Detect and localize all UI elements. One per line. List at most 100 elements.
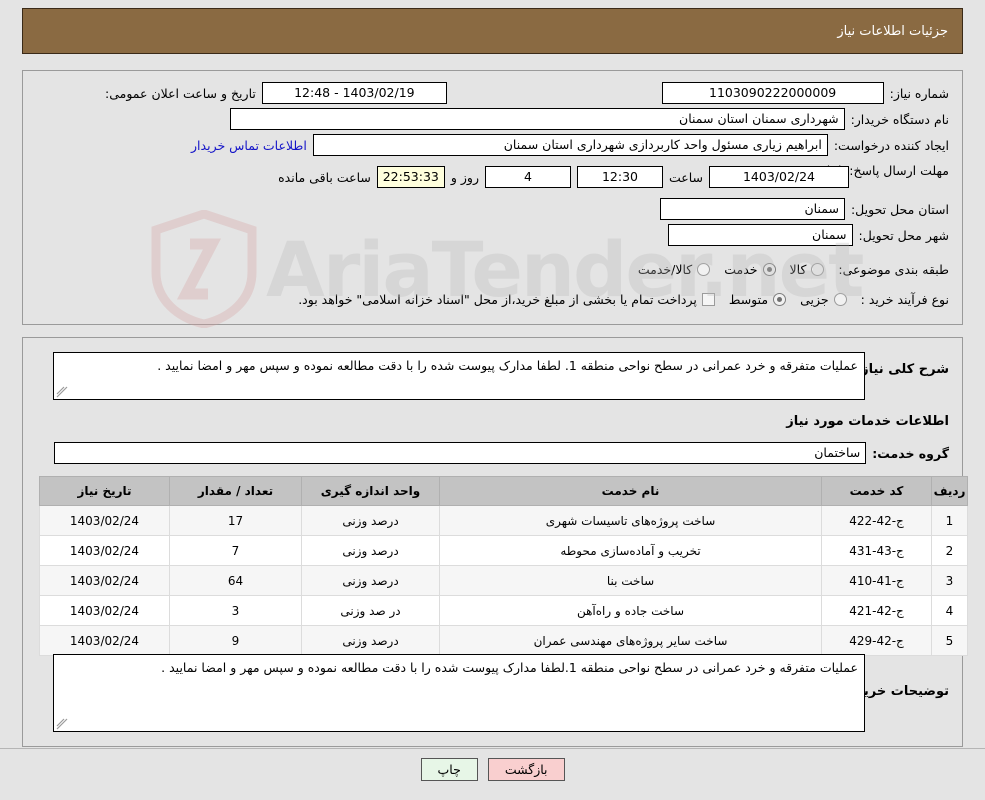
requester-field: ابراهیم زیاری مسئول واحد کاربردازی شهردا… <box>312 134 828 156</box>
cell-date: 1403/02/24 <box>39 565 170 596</box>
category-row: طبقه بندی موضوعی: کالا خدمت کالا/خدمت <box>638 262 949 277</box>
cell-code: ج-43-431 <box>821 535 932 566</box>
cell-unit: درصد وزنی <box>301 565 440 596</box>
cell-row: 5 <box>931 625 968 656</box>
footer-divider <box>0 748 985 749</box>
table-row: 5 ج-42-429 ساخت سایر پروژه‌های مهندسی عمرا… <box>39 625 968 656</box>
requester-label: ایجاد کننده درخواست: <box>833 137 949 153</box>
col-radif: ردیف <box>931 476 968 506</box>
back-button[interactable]: بازگشت <box>487 758 565 781</box>
cell-row: 3 <box>931 565 968 596</box>
cell-unit: درصد وزنی <box>301 535 440 566</box>
deadline-hour-field: 12:30 <box>576 166 663 188</box>
treasury-text: پرداخت تمام یا بخشی از مبلغ خرید،از محل … <box>298 292 697 307</box>
table-row: 3 ج-41-410 ساخت بنا درصد وزنی 64 1403/02/24 <box>39 565 968 596</box>
cell-qty: 3 <box>169 595 302 626</box>
table-row: 4 ج-42-421 ساخت جاده و راه‌آهن در صد وزنی 3 1… <box>39 595 968 626</box>
cell-name: ساخت بنا <box>439 565 822 596</box>
cell-date: 1403/02/24 <box>39 535 170 566</box>
resize-grip-icon[interactable] <box>56 718 68 730</box>
announce-datetime-row: 1403/02/19 - 12:48 تاریخ و ساعت اعلان عم… <box>105 82 447 104</box>
category-label: طبقه بندی موضوعی: <box>838 262 949 277</box>
province-label: استان محل تحویل: <box>850 201 949 217</box>
cell-name: ساخت پروژه‌های تاسیسات شهری <box>439 505 822 536</box>
need-number-row: شماره نیاز: 1103090222000009 <box>661 82 949 104</box>
process-row: نوع فرآیند خرید : جزیی متوسط پرداخت تمام… <box>298 292 949 307</box>
remaining-days-field: 4 <box>484 166 571 188</box>
cell-qty: 9 <box>169 625 302 656</box>
col-name: نام خدمت <box>439 476 822 506</box>
cell-unit: درصد وزنی <box>301 505 440 536</box>
province-field: سمنان <box>659 198 845 220</box>
radio-icon[interactable] <box>811 263 825 276</box>
footer-button-bar: بازگشت چاپ <box>0 758 985 781</box>
cell-code: ج-42-429 <box>821 625 932 656</box>
buyer-notes-text: عملیات متفرقه و خرد عمرانی در سطح نواحی … <box>161 660 858 675</box>
announce-datetime-field: 1403/02/19 - 12:48 <box>261 82 447 104</box>
buyer-contact-link[interactable]: اطلاعات تماس خریدار <box>191 138 307 153</box>
category-option-kala-khedmat[interactable]: کالا/خدمت <box>638 262 711 277</box>
city-field: سمنان <box>667 224 853 246</box>
cell-row: 4 <box>931 595 968 626</box>
cell-date: 1403/02/24 <box>39 505 170 536</box>
services-table: ردیف کد خدمت نام خدمت واحد اندازه گیری ت… <box>39 476 968 656</box>
radio-selected-icon[interactable] <box>762 263 776 276</box>
process-option-motevaset[interactable]: متوسط <box>728 292 787 307</box>
process-option-motevaset-label: متوسط <box>728 292 769 307</box>
radio-icon[interactable] <box>697 263 711 276</box>
radio-selected-icon[interactable] <box>773 293 787 306</box>
city-row: شهر محل تحویل: سمنان <box>667 224 949 246</box>
requester-row: ایجاد کننده درخواست: ابراهیم زیاری مسئول… <box>191 134 949 156</box>
need-number-field: 1103090222000009 <box>661 82 884 104</box>
table-row: 1 ج-42-422 ساخت پروژه‌های تاسیسات شهری درصد… <box>39 505 968 536</box>
print-button[interactable]: چاپ <box>420 758 478 781</box>
remaining-time-suffix: ساعت باقی مانده <box>278 169 371 185</box>
treasury-checkbox-option[interactable]: پرداخت تمام یا بخشی از مبلغ خرید،از محل … <box>298 292 715 307</box>
overview-text: عملیات متفرقه و خرد عمرانی در سطح نواحی … <box>157 358 858 373</box>
deadline-date-field: 1403/02/24 <box>709 166 849 188</box>
deadline-label: مهلت ارسال پاسخ: تا تاریخ: <box>804 163 949 178</box>
buyer-org-row: نام دستگاه خریدار: شهرداری سمنان استان س… <box>229 108 949 130</box>
process-option-jozei[interactable]: جزیی <box>800 292 847 307</box>
city-label: شهر محل تحویل: <box>858 227 949 243</box>
category-option-kala-label: کالا <box>789 262 807 277</box>
category-option-khedmat-label: خدمت <box>724 262 758 277</box>
cell-qty: 7 <box>169 535 302 566</box>
buyer-notes-textarea[interactable]: عملیات متفرقه و خرد عمرانی در سطح نواحی … <box>53 654 865 732</box>
process-label: نوع فرآیند خرید : <box>860 292 949 307</box>
buyer-org-field: شهرداری سمنان استان سمنان <box>229 108 845 130</box>
cell-date: 1403/02/24 <box>39 595 170 626</box>
service-group-label: گروه خدمت: <box>872 445 949 461</box>
need-number-label: شماره نیاز: <box>889 85 949 101</box>
cell-name: تخریب و آماده‌سازی محوطه <box>439 535 822 566</box>
cell-code: ج-42-422 <box>821 505 932 536</box>
buyer-org-label: نام دستگاه خریدار: <box>850 111 949 127</box>
deadline-hour-label: ساعت <box>668 169 703 185</box>
table-header-row: ردیف کد خدمت نام خدمت واحد اندازه گیری ت… <box>39 476 968 506</box>
checkbox-icon[interactable] <box>701 293 715 306</box>
announce-datetime-label: تاریخ و ساعت اعلان عمومی: <box>105 85 256 101</box>
col-qty: تعداد / مقدار <box>169 476 302 506</box>
cell-code: ج-42-421 <box>821 595 932 626</box>
category-option-khedmat[interactable]: خدمت <box>724 262 776 277</box>
cell-name: ساخت سایر پروژه‌های مهندسی عمران <box>439 625 822 656</box>
cell-name: ساخت جاده و راه‌آهن <box>439 595 822 626</box>
remaining-time-field: 22:53:33 <box>376 166 445 188</box>
deadline-label-block: مهلت ارسال پاسخ: تا تاریخ: <box>804 162 949 179</box>
province-row: استان محل تحویل: سمنان <box>659 198 949 220</box>
service-group-row: گروه خدمت: ساختمان <box>54 442 949 464</box>
col-unit: واحد اندازه گیری <box>301 476 440 506</box>
table-row: 2 ج-43-431 تخریب و آماده‌سازی محوطه درصد وز… <box>39 535 968 566</box>
deadline-row: 1403/02/24 ساعت 12:30 4 روز و 22:53:33 س… <box>278 166 849 188</box>
page-header: جزئیات اطلاعات نیاز <box>22 8 963 54</box>
radio-icon[interactable] <box>833 293 847 306</box>
category-option-kala[interactable]: کالا <box>790 262 825 277</box>
services-table-wrapper: ردیف کد خدمت نام خدمت واحد اندازه گیری ت… <box>39 476 968 656</box>
process-option-jozei-label: جزیی <box>800 292 829 307</box>
overview-textarea[interactable]: عملیات متفرقه و خرد عمرانی در سطح نواحی … <box>53 352 865 400</box>
cell-row: 1 <box>931 505 968 536</box>
resize-grip-icon[interactable] <box>56 386 68 398</box>
col-date: تاریخ نیاز <box>39 476 170 506</box>
overview-label: شرح کلی نیاز: <box>855 362 949 377</box>
cell-qty: 64 <box>169 565 302 596</box>
